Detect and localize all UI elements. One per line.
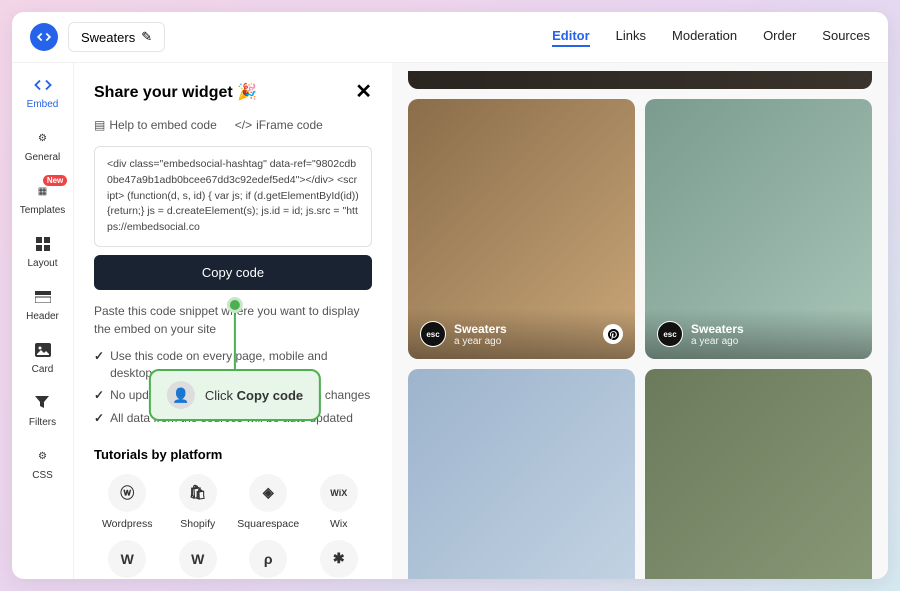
platform-label: Shopify — [180, 518, 215, 530]
platform-label: Wordpress — [102, 518, 153, 530]
gear-icon: ⚙ — [33, 446, 53, 466]
doc-icon: ▤ — [94, 118, 105, 132]
platform-icon: W — [179, 540, 217, 578]
feed-card[interactable]: esc Sweaters a year ago — [408, 99, 635, 359]
pencil-icon: ✎ — [141, 29, 152, 45]
app-logo[interactable] — [30, 23, 58, 51]
gear-icon: ⚙ — [32, 128, 52, 148]
widget-title-pill[interactable]: Sweaters ✎ — [68, 22, 165, 52]
platform-icon: ◈ — [249, 474, 287, 512]
sidebar-general[interactable]: ⚙ General — [25, 128, 61, 163]
preview-area: esc Sweaters a year ago esc Sweaters a y… — [392, 63, 888, 579]
avatar: esc — [657, 321, 683, 347]
tab-help-embed[interactable]: ▤ Help to embed code — [94, 118, 217, 132]
card-title: Sweaters — [454, 322, 507, 336]
platform-icon: 🛍 — [179, 474, 217, 512]
card-title: Sweaters — [691, 322, 744, 336]
pinterest-icon — [603, 324, 623, 344]
nav-moderation[interactable]: Moderation — [672, 28, 737, 47]
platform-wordpress[interactable]: ⓦ Wordpress — [94, 474, 161, 530]
sidebar: Embed ⚙ General New ▦ Templates Layout H… — [12, 63, 74, 579]
sidebar-css[interactable]: ⚙ CSS — [32, 446, 53, 481]
card-timestamp: a year ago — [454, 336, 507, 347]
sidebar-card[interactable]: Card — [32, 340, 54, 375]
avatar: esc — [420, 321, 446, 347]
feed-card[interactable]: esc Sweaters a year ago — [408, 369, 635, 579]
new-badge: New — [43, 175, 67, 186]
topbar: Sweaters ✎ Editor Links Moderation Order… — [12, 12, 888, 63]
top-nav: Editor Links Moderation Order Sources — [552, 28, 870, 47]
guide-tooltip: 👤 Click Copy code — [149, 297, 321, 421]
platforms-grid: ⓦ Wordpress 🛍 Shopify ◈ Squarespace WiX Wix WWeb… — [94, 474, 372, 579]
platform-weebly[interactable]: WWeebly — [165, 540, 232, 579]
sidebar-header[interactable]: Header — [26, 287, 59, 322]
filter-icon — [32, 393, 52, 413]
platform-icon: ρ — [249, 540, 287, 578]
tutorials-heading: Tutorials by platform — [94, 447, 372, 462]
platform-wix[interactable]: WiX Wix — [306, 474, 373, 530]
platform-shopify[interactable]: 🛍 Shopify — [165, 474, 232, 530]
platform-webflow[interactable]: WWebflow — [94, 540, 161, 579]
preview-strip — [408, 71, 872, 89]
platform-label: Squarespace — [237, 518, 299, 530]
platform-icon: ✱ — [320, 540, 358, 578]
nav-sources[interactable]: Sources — [822, 28, 870, 47]
copy-code-button[interactable]: Copy code — [94, 255, 372, 290]
platform-pagecloud[interactable]: ρPageCloud — [235, 540, 302, 579]
embed-code-box[interactable]: <div class="embedsocial-hashtag" data-re… — [94, 146, 372, 247]
layout-icon — [33, 234, 53, 254]
platform-icon: ⓦ — [108, 474, 146, 512]
code-icon: </> — [235, 118, 252, 132]
feed-card[interactable]: esc Sweaters a year ago — [645, 369, 872, 579]
sidebar-layout[interactable]: Layout — [27, 234, 57, 269]
image-icon — [33, 340, 53, 360]
feed-card[interactable]: esc Sweaters a year ago — [645, 99, 872, 359]
sidebar-templates[interactable]: New ▦ Templates — [20, 181, 66, 216]
code-icon — [33, 75, 53, 95]
platform-zapier[interactable]: ✱Zapier — [306, 540, 373, 579]
nav-order[interactable]: Order — [763, 28, 796, 47]
avatar: 👤 — [167, 381, 195, 409]
nav-links[interactable]: Links — [616, 28, 646, 47]
sidebar-embed[interactable]: Embed — [27, 75, 59, 110]
nav-editor[interactable]: Editor — [552, 28, 590, 47]
platform-icon: W — [108, 540, 146, 578]
tooltip-dot — [227, 297, 243, 313]
header-icon — [33, 287, 53, 307]
platform-icon: WiX — [320, 474, 358, 512]
tab-iframe[interactable]: </> iFrame code — [235, 118, 323, 132]
widget-title: Sweaters — [81, 30, 135, 45]
platform-label: Wix — [330, 518, 348, 530]
close-icon[interactable]: ✕ — [355, 79, 372, 104]
platform-squarespace[interactable]: ◈ Squarespace — [235, 474, 302, 530]
sidebar-filters[interactable]: Filters — [29, 393, 56, 428]
card-timestamp: a year ago — [691, 336, 744, 347]
panel-title: Share your widget 🎉 — [94, 82, 257, 102]
